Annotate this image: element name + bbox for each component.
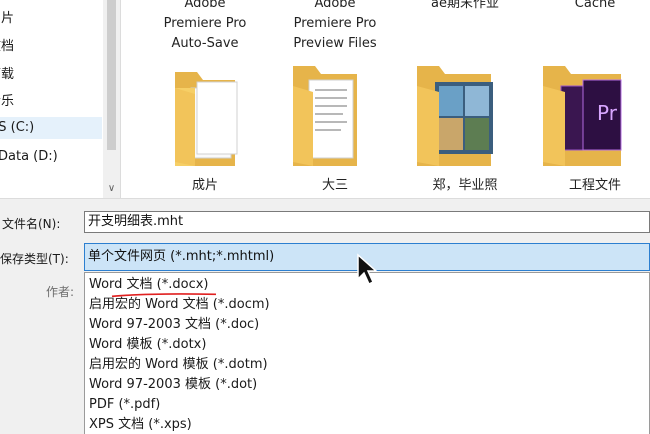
nav-item-music[interactable]: 音乐 [0, 91, 26, 113]
filetype-option[interactable]: XPS 文档 (*.xps) [89, 415, 192, 434]
filetype-option[interactable]: Word 97-2003 文档 (*.doc) [89, 315, 259, 335]
folder-documents-icon [293, 66, 357, 166]
folder-purple-icon: Pr [543, 66, 622, 166]
label-line: Auto-Save [171, 36, 239, 51]
folder-name: 大三 [321, 178, 348, 193]
folder-label-top[interactable]: Cache [531, 0, 650, 14]
nav-scrollbar[interactable]: ∨ [103, 0, 120, 198]
nav-item-data-d[interactable]: Data (D:) [0, 146, 60, 168]
nav-item-os-c[interactable]: OS (C:) [0, 117, 102, 139]
save-form: 文件名(N): 开支明细表.mht 保存类型(T): 单个文件网页 (*.mht… [0, 198, 650, 434]
folder-documents-icon [175, 72, 238, 166]
navigation-pane: 图片 文档 下载 音乐 OS (C:) Data (D:) ∨ [0, 0, 121, 198]
filetype-option[interactable]: PDF (*.pdf) [89, 395, 160, 415]
nav-item-label: Data (D:) [0, 149, 58, 164]
nav-item-documents[interactable]: 文档 [0, 36, 26, 58]
chevron-down-icon[interactable]: ∨ [103, 183, 120, 194]
nav-item-label: 音乐 [0, 94, 15, 109]
folder-label-top[interactable]: ae期末作业 [401, 0, 529, 14]
label-line: Premiere Pro [293, 16, 377, 31]
folder-name: 工程文件 [568, 178, 621, 193]
label-line: Premiere Pro [163, 16, 247, 31]
nav-item-label: 下载 [0, 67, 15, 82]
nav-item-downloads[interactable]: 下载 [0, 64, 26, 86]
mouse-pointer-icon [357, 253, 378, 286]
folder-name: 郑，毕业照 [432, 178, 498, 193]
label-line: Preview Files [293, 36, 377, 51]
filetype-option[interactable]: Word 文档 (*.docx) [89, 275, 209, 295]
folder-photos-icon [417, 66, 493, 166]
filetype-option[interactable]: 启用宏的 Word 模板 (*.dotm) [89, 355, 268, 375]
filename-input[interactable]: 开支明细表.mht [84, 211, 650, 233]
filename-label: 文件名(N): [2, 217, 61, 231]
folder-name: 成片 [191, 178, 218, 193]
label-line: Adobe [314, 0, 356, 11]
folder-item[interactable]: 大三 [271, 58, 399, 193]
folder-label-top[interactable]: Adobe Premiere Pro Preview Files [271, 0, 399, 54]
folder-view: Adobe Premiere Pro Auto-Save Adobe Premi… [121, 0, 650, 198]
nav-item-label: 文档 [0, 39, 15, 54]
scrollbar-thumb[interactable] [107, 0, 116, 150]
filetype-label: 保存类型(T): [0, 252, 69, 266]
nav-item-label: 图片 [0, 11, 15, 26]
filetype-option[interactable]: Word 97-2003 模板 (*.dot) [89, 375, 257, 395]
filetype-option[interactable]: Word 模板 (*.dotx) [89, 335, 206, 355]
nav-item-pictures[interactable]: 图片 [0, 8, 26, 30]
nav-item-label: OS (C:) [0, 120, 35, 135]
folder-item[interactable]: Pr 工程文件 [531, 58, 650, 193]
red-underline-annotation [111, 293, 217, 297]
label-line: ae期末作业 [431, 0, 499, 11]
folder-label-top[interactable]: Adobe Premiere Pro Auto-Save [141, 0, 269, 54]
label-line: Adobe [184, 0, 226, 11]
folder-item[interactable]: 成片 [141, 58, 269, 193]
filetype-option[interactable]: 启用宏的 Word 文档 (*.docm) [89, 295, 270, 315]
folder-item[interactable]: 郑，毕业照 [401, 58, 529, 193]
svg-text:Pr: Pr [597, 101, 618, 125]
save-as-dialog: 图片 文档 下载 音乐 OS (C:) Data (D:) ∨ Adobe Pr… [0, 0, 650, 434]
label-line: Cache [574, 0, 616, 11]
author-label: 作者: [46, 285, 75, 299]
